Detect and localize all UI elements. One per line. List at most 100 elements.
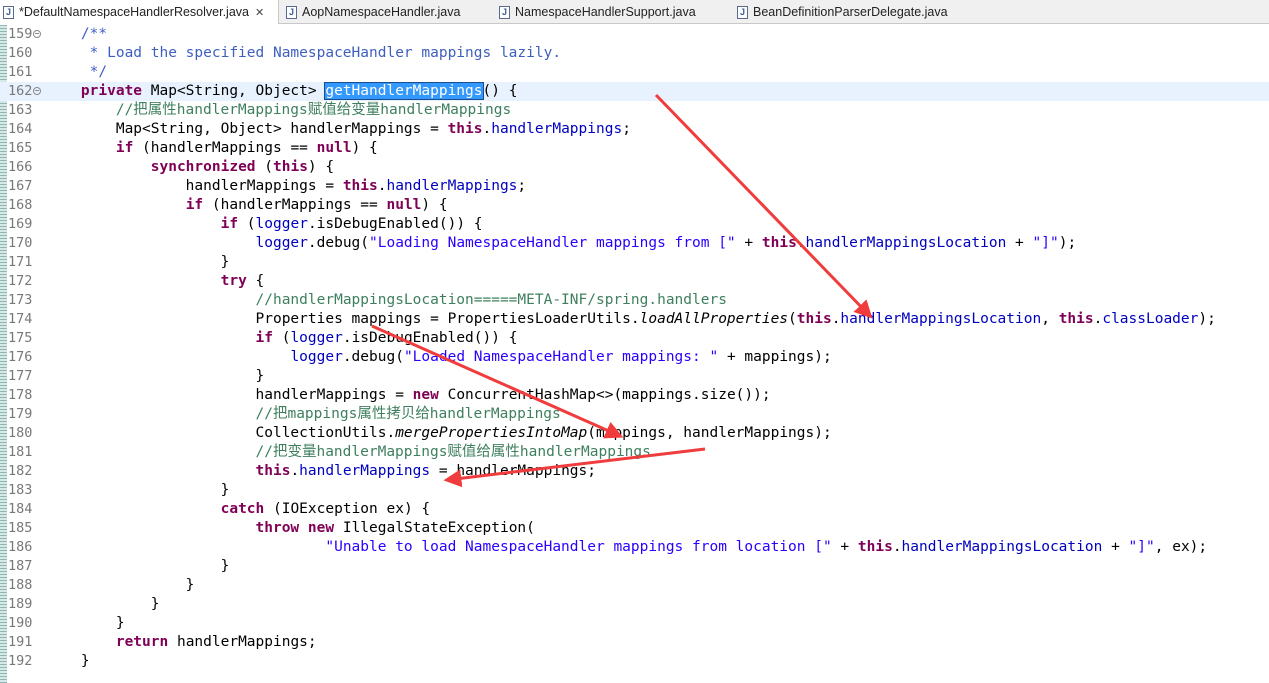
code-token: + mappings);	[718, 349, 832, 365]
code-text: }	[46, 557, 230, 576]
code-line[interactable]: 161 */	[0, 63, 1269, 82]
code-text: //把变量handlerMappings赋值给属性handlerMappings	[46, 443, 651, 462]
code-token: "]"	[1032, 235, 1059, 251]
code-token: handlerMappings	[299, 463, 431, 479]
selected-text: getHandlerMappings	[324, 82, 484, 100]
code-token: "Unable to load NamespaceHandler mapping…	[325, 539, 832, 555]
code-line[interactable]: 169 if (logger.isDebugEnabled()) {	[0, 215, 1269, 234]
code-token: * Load the specified NamespaceHandler ma…	[46, 45, 562, 61]
line-number: 177	[8, 368, 33, 384]
code-line[interactable]: 190 }	[0, 614, 1269, 633]
code-line[interactable]: 181 //把变量handlerMappings赋值给属性handlerMapp…	[0, 443, 1269, 462]
line-number: 181	[8, 444, 33, 460]
code-line[interactable]: 167 handlerMappings = this.handlerMappin…	[0, 177, 1269, 196]
code-token: handlerMappingsLocation	[805, 235, 1007, 251]
code-line[interactable]: 187 }	[0, 557, 1269, 576]
code-line[interactable]: 188 }	[0, 576, 1269, 595]
code-token: new	[412, 387, 439, 403]
code-editor[interactable]: 159− /** 160 * Load the specified Namespa…	[0, 25, 1269, 671]
code-text: //把mappings属性拷贝给handlerMappings	[46, 405, 561, 424]
tab-namespace-handler-support[interactable]: J NamespaceHandlerSupport.java	[499, 0, 696, 24]
code-line[interactable]: 189 }	[0, 595, 1269, 614]
code-token: "Loading NamespaceHandler mappings from …	[369, 235, 736, 251]
code-token: CollectionUtils.	[46, 425, 396, 441]
code-token: loadAllProperties	[639, 311, 789, 327]
code-token: (IOException ex) {	[264, 501, 431, 517]
line-number: 170	[8, 235, 33, 251]
code-line[interactable]: 185 throw new IllegalStateException(	[0, 519, 1269, 538]
code-line[interactable]: 159− /**	[0, 25, 1269, 44]
code-token: {	[246, 273, 265, 289]
code-line[interactable]: 179 //把mappings属性拷贝给handlerMappings	[0, 405, 1269, 424]
line-number: 176	[8, 349, 33, 365]
code-line[interactable]: 172 try {	[0, 272, 1269, 291]
code-token: }	[46, 254, 230, 270]
code-line[interactable]: 162− private Map<String, Object> getHand…	[0, 82, 1269, 101]
code-line[interactable]: 160 * Load the specified NamespaceHandle…	[0, 44, 1269, 63]
code-line[interactable]: 173 //handlerMappingsLocation=====META-I…	[0, 291, 1269, 310]
code-line[interactable]: 184 catch (IOException ex) {	[0, 500, 1269, 519]
code-line[interactable]: 175 if (logger.isDebugEnabled()) {	[0, 329, 1269, 348]
java-file-icon: J	[499, 5, 510, 19]
line-number: 191	[8, 634, 33, 650]
code-line[interactable]: 174 Properties mappings = PropertiesLoad…	[0, 310, 1269, 329]
code-token: }	[46, 577, 195, 593]
line-number: 188	[8, 577, 33, 593]
fold-toggle-icon[interactable]: −	[33, 87, 41, 95]
line-number: 183	[8, 482, 33, 498]
code-token: (	[255, 159, 273, 175]
tab-default-namespace-handler-resolver[interactable]: J *DefaultNamespaceHandlerResolver.java …	[0, 0, 279, 24]
tab-aop-namespace-handler[interactable]: J AopNamespaceHandler.java	[286, 0, 460, 24]
code-line[interactable]: 192 }	[0, 652, 1269, 671]
code-line[interactable]: 171 }	[0, 253, 1269, 272]
line-number: 190	[8, 615, 33, 631]
code-line[interactable]: 166 synchronized (this) {	[0, 158, 1269, 177]
code-line[interactable]: 191 return handlerMappings;	[0, 633, 1269, 652]
code-text: }	[46, 595, 160, 614]
code-text: /**	[46, 25, 107, 44]
code-token: return	[115, 634, 169, 650]
code-line[interactable]: 177 }	[0, 367, 1269, 386]
code-token: (	[788, 311, 797, 327]
code-token: mergePropertiesIntoMap	[395, 425, 588, 441]
code-token: if	[220, 216, 239, 232]
tab-bean-definition-parser-delegate[interactable]: J BeanDefinitionParserDelegate.java	[737, 0, 948, 24]
code-line[interactable]: 170 logger.debug("Loading NamespaceHandl…	[0, 234, 1269, 253]
code-line[interactable]: 178 handlerMappings = new ConcurrentHash…	[0, 386, 1269, 405]
java-file-icon: J	[286, 5, 297, 19]
code-line[interactable]: 165 if (handlerMappings == null) {	[0, 139, 1269, 158]
code-token: (handlerMappings ==	[133, 140, 317, 156]
code-token: if	[185, 197, 204, 213]
line-number: 160	[8, 45, 33, 61]
line-number: 180	[8, 425, 33, 441]
code-line[interactable]: 163 //把属性handlerMappings赋值给变量handlerMapp…	[0, 101, 1269, 120]
code-token: try	[220, 273, 247, 289]
code-token: ,	[1041, 311, 1059, 327]
code-line[interactable]: 176 logger.debug("Loaded NamespaceHandle…	[0, 348, 1269, 367]
line-number: 172	[8, 273, 33, 289]
close-icon[interactable]: ✕	[255, 6, 264, 19]
line-number: 169	[8, 216, 33, 232]
line-number: 175	[8, 330, 33, 346]
code-token: ConcurrentHashMap<>(mappings.size());	[438, 387, 771, 403]
code-line[interactable]: 180 CollectionUtils.mergePropertiesIntoM…	[0, 424, 1269, 443]
line-number: 184	[8, 501, 33, 517]
code-line[interactable]: 186 "Unable to load NamespaceHandler map…	[0, 538, 1269, 557]
code-line[interactable]: 164 Map<String, Object> handlerMappings …	[0, 120, 1269, 139]
code-text: try {	[46, 272, 265, 291]
code-line[interactable]: 168 if (handlerMappings == null) {	[0, 196, 1269, 215]
code-text: if (logger.isDebugEnabled()) {	[46, 329, 518, 348]
code-line[interactable]: 182 this.handlerMappings = handlerMappin…	[0, 462, 1269, 481]
code-line[interactable]: 183 }	[0, 481, 1269, 500]
code-text: }	[46, 576, 195, 595]
code-token: this	[1058, 311, 1094, 327]
fold-toggle-icon[interactable]: −	[33, 30, 41, 38]
editor-tab-bar: J *DefaultNamespaceHandlerResolver.java …	[0, 0, 1269, 24]
line-number: 164	[8, 121, 33, 137]
code-token: this	[447, 121, 483, 137]
